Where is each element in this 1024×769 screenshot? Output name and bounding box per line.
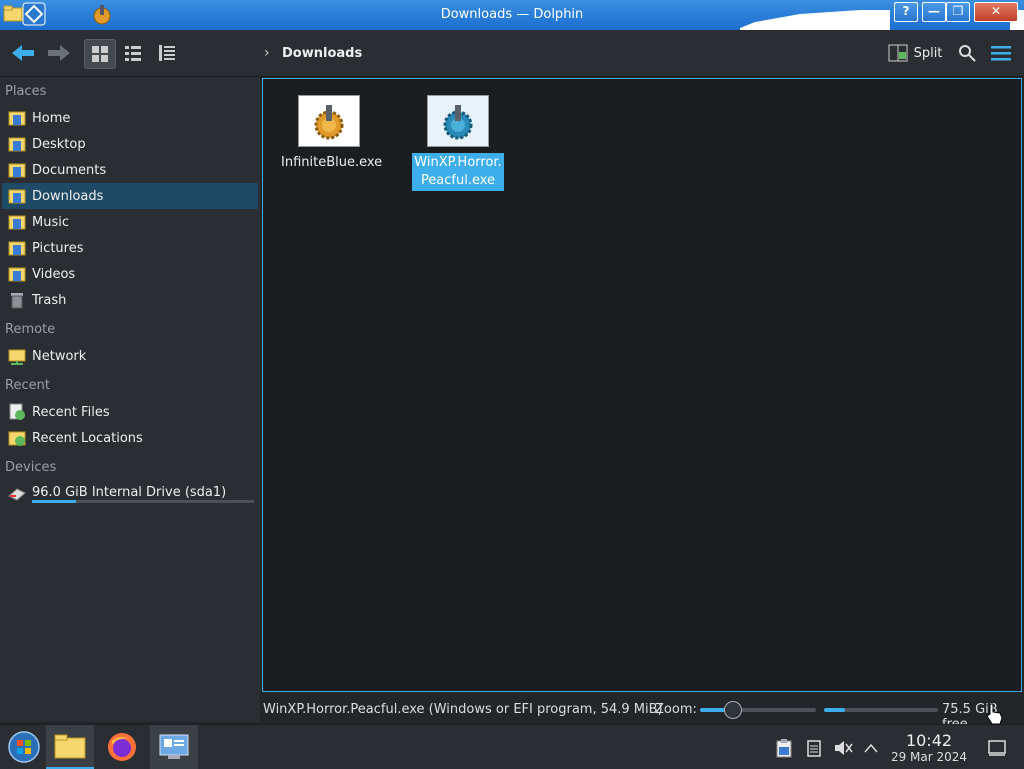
file-item-winxp-horror[interactable]: WinXP.Horror. Peacful.exe bbox=[408, 95, 508, 191]
taskbar-dolphin[interactable] bbox=[46, 725, 94, 769]
taskbar-system-settings[interactable] bbox=[150, 725, 198, 769]
tray-expand-button[interactable] bbox=[860, 737, 882, 759]
split-view-icon bbox=[888, 44, 908, 62]
sidebar-item-pictures[interactable]: Pictures bbox=[2, 235, 258, 261]
file-view[interactable]: InfiniteBlue.exe WinXP.Horror. Peacful.ex… bbox=[262, 78, 1022, 692]
system-settings-icon bbox=[159, 734, 189, 759]
sidebar-item-desktop[interactable]: Desktop bbox=[2, 131, 258, 157]
trash-icon bbox=[11, 293, 23, 309]
remote-header: Remote bbox=[5, 322, 56, 337]
recent-locations-icon bbox=[8, 431, 26, 446]
file-manager-folder-icon bbox=[54, 734, 86, 759]
gear-installer-orange-icon bbox=[298, 95, 360, 147]
home-folder-icon bbox=[8, 111, 26, 126]
minimize-button[interactable]: — bbox=[922, 2, 946, 22]
icons-view-button[interactable] bbox=[84, 39, 116, 69]
title-bar[interactable]: Downloads — Dolphin ? — ❐ ✕ bbox=[0, 0, 1024, 30]
window-title: Downloads — Dolphin bbox=[440, 7, 584, 22]
taskbar: 10:42 29 Mar 2024 bbox=[0, 724, 1024, 769]
zoom-slider-handle[interactable] bbox=[724, 701, 743, 719]
start-menu-button[interactable] bbox=[0, 725, 48, 769]
zoom-label: Zoom: bbox=[655, 702, 697, 717]
chevron-up-icon bbox=[864, 743, 878, 753]
drive-usage-bar bbox=[32, 500, 254, 503]
tray-volume[interactable] bbox=[832, 737, 854, 759]
file-name-line2: Peacful.exe bbox=[420, 173, 496, 188]
split-label: Split bbox=[913, 45, 943, 61]
status-bar: WinXP.Horror.Peacful.exe (Windows or EFI… bbox=[262, 700, 1024, 732]
back-arrow-icon bbox=[12, 45, 34, 61]
videos-folder-icon bbox=[8, 267, 26, 282]
sidebar-item-network[interactable]: Network bbox=[2, 343, 258, 369]
windows-start-orb-icon bbox=[8, 731, 40, 763]
clock-date: 29 Mar 2024 bbox=[890, 750, 968, 764]
maximize-button[interactable]: ❐ bbox=[946, 2, 970, 22]
clock[interactable]: 10:42 29 Mar 2024 bbox=[886, 731, 972, 764]
hamburger-menu-icon bbox=[991, 46, 1011, 61]
network-folder-icon bbox=[8, 349, 26, 365]
hand-cursor-icon bbox=[986, 703, 1003, 725]
details-view-button[interactable] bbox=[152, 39, 182, 67]
places-header: Places bbox=[5, 84, 47, 99]
file-name-line1: WinXP.Horror. bbox=[414, 155, 502, 170]
compact-view-icon bbox=[125, 46, 141, 61]
details-view-icon bbox=[159, 45, 175, 61]
drive-usage-fill bbox=[32, 500, 77, 503]
documents-folder-icon bbox=[8, 163, 26, 178]
clock-time: 10:42 bbox=[905, 731, 953, 750]
sidebar-item-home[interactable]: Home bbox=[2, 105, 258, 131]
hard-drive-icon bbox=[8, 488, 26, 501]
forward-button[interactable] bbox=[44, 39, 74, 67]
icons-view-icon bbox=[92, 46, 108, 62]
devices-header: Devices bbox=[5, 460, 57, 475]
selection-info: WinXP.Horror.Peacful.exe (Windows or EFI… bbox=[263, 702, 663, 717]
show-desktop-icon bbox=[988, 740, 1006, 756]
close-button[interactable]: ✕ bbox=[974, 2, 1018, 22]
file-item-infiniteblue[interactable]: InfiniteBlue.exe bbox=[279, 95, 382, 173]
notes-icon bbox=[807, 740, 821, 757]
desktop-folder-icon bbox=[8, 137, 26, 152]
hamburger-menu-button[interactable] bbox=[990, 39, 1012, 67]
recent-header: Recent bbox=[5, 378, 50, 393]
tray-notes[interactable] bbox=[803, 737, 825, 759]
show-desktop-button[interactable] bbox=[986, 737, 1008, 759]
sidebar-item-downloads[interactable]: Downloads bbox=[2, 183, 258, 209]
help-button[interactable]: ? bbox=[894, 2, 918, 22]
clipboard-icon bbox=[776, 739, 792, 758]
breadcrumb[interactable]: Downloads bbox=[282, 46, 362, 61]
search-button[interactable] bbox=[956, 39, 978, 67]
forward-arrow-icon bbox=[48, 45, 70, 61]
zoom-slider[interactable] bbox=[700, 701, 816, 719]
free-space-bar bbox=[824, 708, 938, 712]
toolbar: › Downloads Split bbox=[0, 30, 1024, 77]
back-button[interactable] bbox=[8, 39, 38, 67]
tray-clipboard-manager[interactable] bbox=[773, 737, 795, 759]
recent-files-icon bbox=[9, 403, 25, 420]
firefox-icon bbox=[108, 733, 136, 761]
file-name: WinXP.Horror. Peacful.exe bbox=[412, 153, 504, 191]
file-name: InfiniteBlue.exe bbox=[281, 155, 383, 170]
pictures-folder-icon bbox=[8, 241, 26, 256]
free-space-fill bbox=[824, 708, 845, 712]
compact-view-button[interactable] bbox=[118, 39, 148, 67]
gear-installer-blue-icon bbox=[427, 95, 489, 147]
split-button[interactable]: Split bbox=[886, 39, 944, 67]
search-icon bbox=[959, 45, 976, 62]
taskbar-firefox[interactable] bbox=[98, 725, 146, 769]
sidebar-item-recent-locations[interactable]: Recent Locations bbox=[2, 425, 258, 451]
sidebar-item-recent-files[interactable]: Recent Files bbox=[2, 399, 258, 425]
sidebar-item-documents[interactable]: Documents bbox=[2, 157, 258, 183]
music-folder-icon bbox=[8, 215, 26, 230]
sidebar-item-trash[interactable]: Trash bbox=[2, 287, 258, 313]
sidebar-item-music[interactable]: Music bbox=[2, 209, 258, 235]
sidebar-item-videos[interactable]: Videos bbox=[2, 261, 258, 287]
volume-muted-icon bbox=[835, 741, 853, 755]
chevron-right-icon: › bbox=[264, 45, 270, 61]
downloads-folder-icon bbox=[8, 189, 26, 204]
